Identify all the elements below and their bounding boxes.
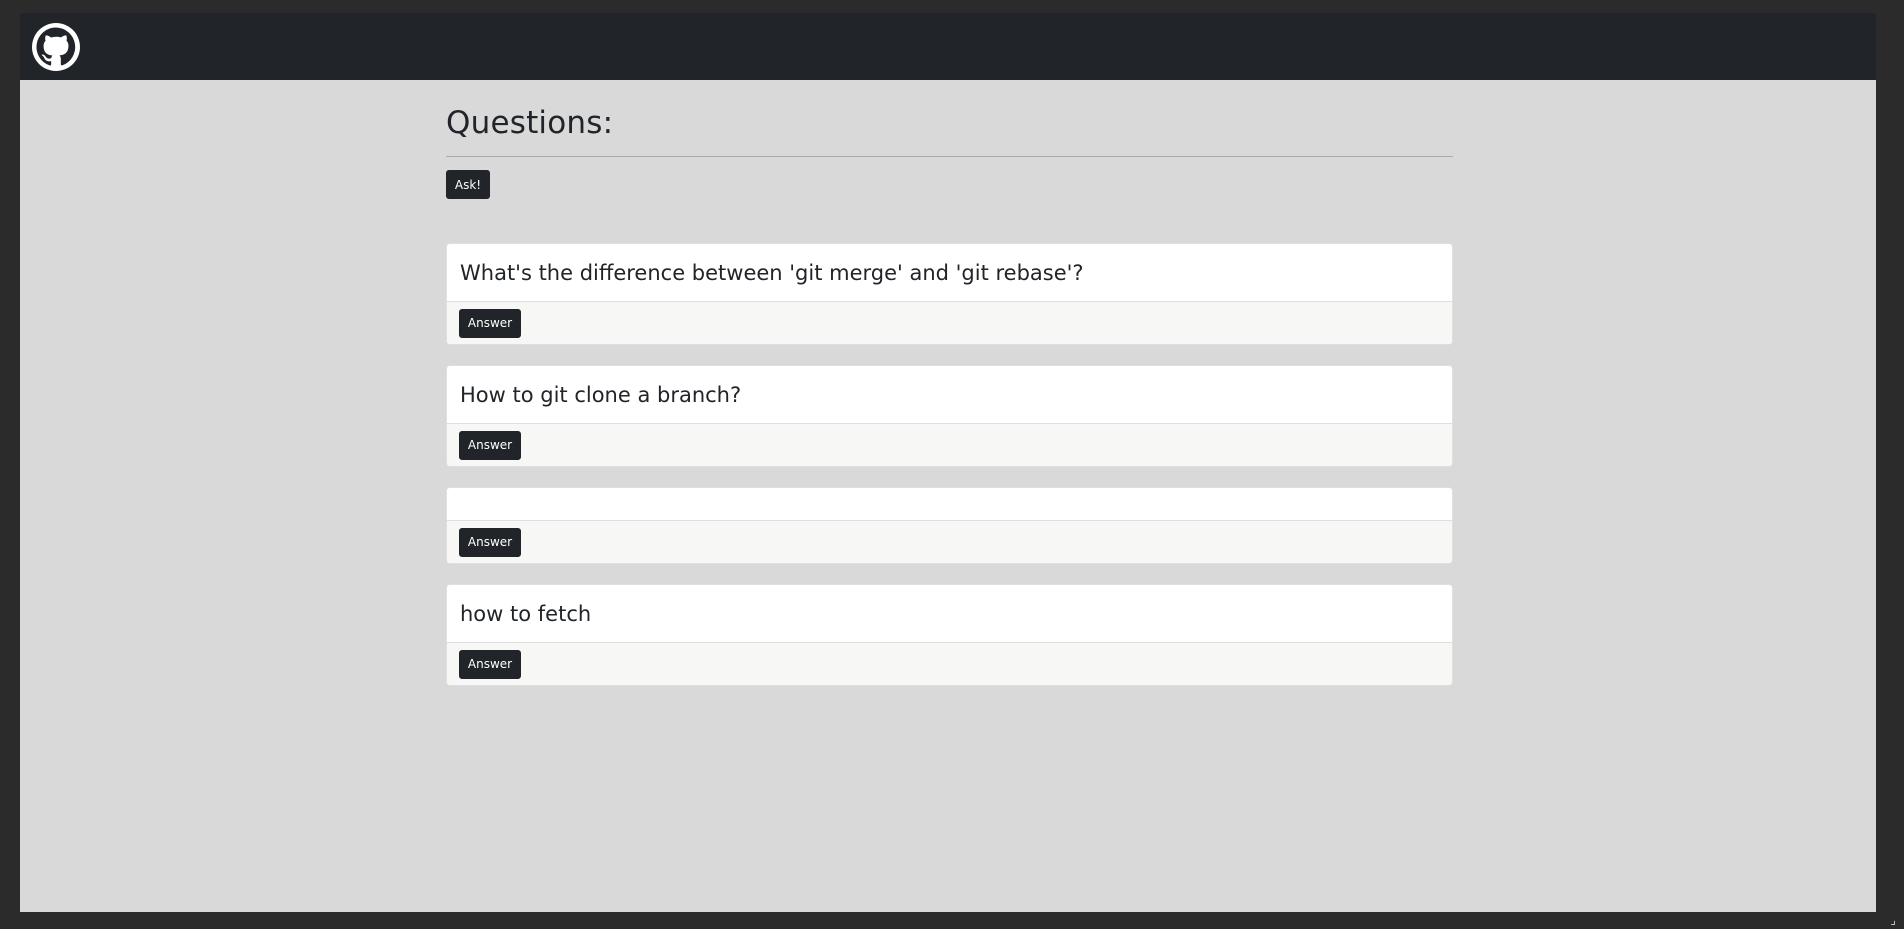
page-title: Questions:: [446, 105, 614, 141]
answer-button[interactable]: Answer: [459, 308, 521, 338]
question-actions: Answer: [447, 302, 1452, 344]
question-actions: Answer: [447, 521, 1452, 563]
answer-button[interactable]: Answer: [459, 527, 521, 557]
title-divider: [446, 156, 1453, 157]
app-frame: Questions: Ask! What's the difference be…: [20, 13, 1876, 912]
navbar: [20, 13, 1876, 80]
question-card: Answer: [446, 487, 1453, 564]
questions-section: Questions: Ask! What's the difference be…: [446, 103, 1453, 706]
question-title: [447, 488, 1452, 521]
ask-button[interactable]: Ask!: [446, 170, 490, 199]
question-title: how to fetch: [447, 585, 1452, 643]
question-card: how to fetch Answer: [446, 584, 1453, 686]
resize-grip-icon[interactable]: ⌟: [1890, 913, 1896, 927]
answer-button[interactable]: Answer: [459, 430, 521, 460]
question-title: What's the difference between 'git merge…: [447, 244, 1452, 302]
question-actions: Answer: [447, 643, 1452, 685]
github-icon[interactable]: [32, 23, 80, 71]
question-card: How to git clone a branch? Answer: [446, 365, 1453, 467]
question-title: How to git clone a branch?: [447, 366, 1452, 424]
answer-button[interactable]: Answer: [459, 649, 521, 679]
question-actions: Answer: [447, 424, 1452, 466]
question-list: What's the difference between 'git merge…: [446, 243, 1453, 686]
question-card: What's the difference between 'git merge…: [446, 243, 1453, 345]
